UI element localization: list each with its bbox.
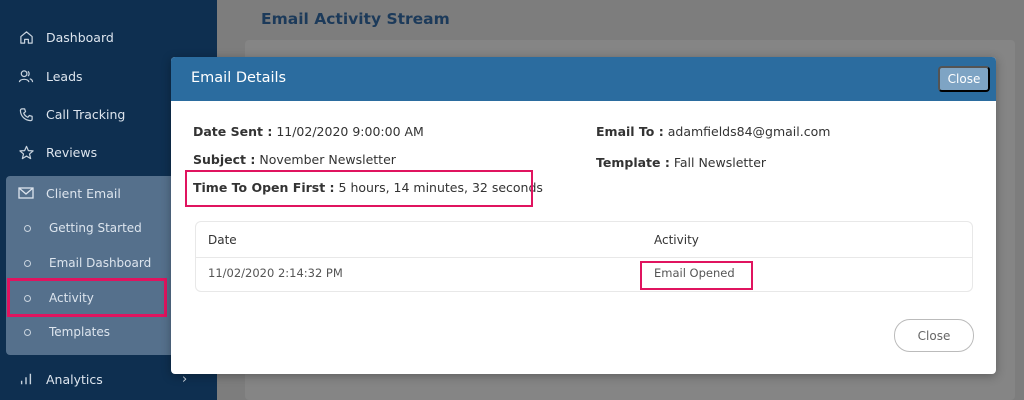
circle-icon — [24, 328, 31, 336]
email-to-value: adamfields84@gmail.com — [667, 124, 831, 139]
table-divider — [196, 257, 972, 258]
table-header-date: Date — [208, 233, 237, 247]
table-cell-date: 11/02/2020 2:14:32 PM — [208, 266, 343, 280]
page-title: Email Activity Stream — [261, 10, 450, 28]
activity-table: Date Activity 11/02/2020 2:14:32 PM Emai… — [195, 221, 973, 292]
sidebar-item-label: Client Email — [46, 185, 121, 201]
sidebar-subitem-label: Email Dashboard — [49, 256, 152, 270]
sidebar-item-label: Call Tracking — [46, 106, 126, 122]
sidebar-subitem-label: Getting Started — [49, 221, 142, 235]
template-field: Template : Fall Newsletter — [596, 155, 766, 170]
sidebar-item-label: Analytics — [46, 371, 103, 387]
table-header-activity: Activity — [654, 233, 699, 247]
bar-chart-icon — [18, 371, 34, 387]
email-opened-highlight-box — [640, 261, 753, 290]
users-icon — [18, 68, 34, 84]
modal-header: Email Details Close — [171, 57, 996, 101]
circle-icon — [24, 259, 31, 267]
sidebar-item-label: Reviews — [46, 144, 98, 160]
date-sent-value: 11/02/2020 9:00:00 AM — [276, 124, 424, 139]
sidebar-item-dashboard[interactable]: Dashboard — [0, 20, 217, 54]
subject-value: November Newsletter — [259, 152, 396, 167]
header-close-button[interactable]: Close — [938, 66, 990, 92]
template-label: Template : — [596, 155, 670, 170]
footer-close-button[interactable]: Close — [894, 319, 974, 352]
email-to-label: Email To : — [596, 124, 664, 139]
activity-highlight-box — [7, 278, 167, 317]
sidebar-item-label: Dashboard — [46, 29, 114, 45]
star-icon — [18, 144, 34, 160]
sidebar-subitem-label: Templates — [49, 325, 111, 339]
phone-icon — [18, 106, 34, 122]
date-sent-label: Date Sent : — [193, 124, 273, 139]
subject-label: Subject : — [193, 152, 256, 167]
modal-title: Email Details — [191, 70, 287, 86]
sidebar-item-label: Leads — [46, 68, 83, 84]
time-to-open-highlight-box — [185, 170, 533, 207]
email-details-modal: Email Details Close Date Sent : 11/02/20… — [171, 57, 996, 374]
email-to-field: Email To : adamfields84@gmail.com — [596, 124, 830, 139]
home-icon — [18, 29, 34, 45]
template-value: Fall Newsletter — [673, 155, 767, 170]
mail-icon — [18, 185, 34, 201]
subject-field: Subject : November Newsletter — [193, 152, 396, 167]
date-sent-field: Date Sent : 11/02/2020 9:00:00 AM — [193, 124, 424, 139]
circle-icon — [24, 224, 31, 232]
